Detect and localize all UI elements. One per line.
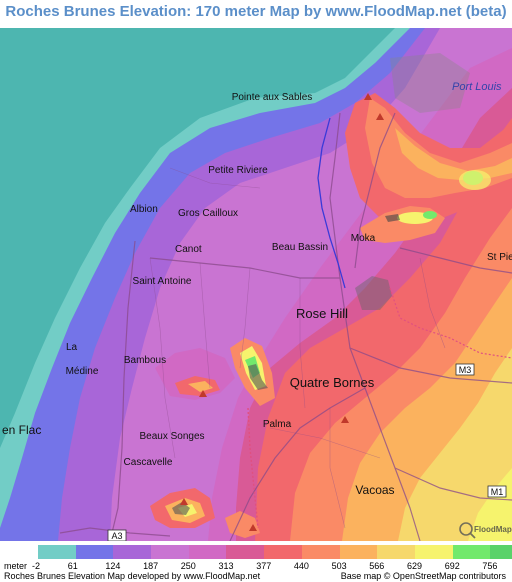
legend-value: 313 [218, 561, 234, 571]
footer: Roches Brunes Elevation Map developed by… [0, 571, 512, 582]
legend-value: 756 [482, 561, 498, 571]
legend-swatch [452, 545, 491, 559]
label-la: La [66, 342, 78, 353]
watermark-label: FloodMap [474, 525, 512, 534]
road-shield-a3: A3 [107, 529, 127, 541]
label-beau-bassin: Beau Bassin [272, 242, 328, 253]
label-canot: Canot [175, 244, 202, 255]
legend-swatch [188, 545, 227, 559]
page-title: Roches Brunes Elevation: 170 meter Map b… [0, 0, 512, 24]
label-rose-hill: Rose Hill [296, 306, 348, 321]
label-beaux-songes: Beaux Songes [139, 431, 204, 442]
legend-color-bar [38, 545, 512, 559]
legend-value: 250 [180, 561, 196, 571]
elevation-map[interactable]: M3 M1 A3 Pointe aux Sables Port Louis Pe… [0, 28, 512, 541]
moka-green-patch [423, 211, 437, 219]
label-saint-antoine: Saint Antoine [133, 276, 192, 287]
footer-attribution: Base map © OpenStreetMap contributors [340, 571, 506, 581]
legend-value: 61 [67, 561, 78, 571]
legend-value: 187 [143, 561, 159, 571]
legend-swatch [339, 545, 378, 559]
page: Roches Brunes Elevation: 170 meter Map b… [0, 0, 512, 582]
label-medine: Médine [66, 366, 99, 377]
label-port-louis: Port Louis [452, 81, 502, 93]
road-shield-m1: M1 [487, 485, 507, 498]
legend-swatch [226, 545, 265, 559]
legend-swatch [414, 545, 453, 559]
road-label-m3: M3 [459, 365, 472, 375]
legend-value: 566 [369, 561, 385, 571]
label-gros-cailloux: Gros Cailloux [178, 208, 238, 219]
legend-swatch [490, 545, 512, 559]
legend-swatch [301, 545, 340, 559]
label-cascavelle: Cascavelle [124, 457, 173, 468]
legend-value: 440 [293, 561, 309, 571]
legend-unit-label: meter [4, 561, 28, 571]
legend-swatch [151, 545, 189, 559]
legend-value: 377 [256, 561, 272, 571]
label-albion: Albion [130, 204, 158, 215]
label-pointe-aux-sables: Pointe aux Sables [232, 92, 313, 103]
legend-swatch [75, 545, 114, 559]
legend-swatch [377, 545, 415, 559]
legend-value: -2 [32, 561, 41, 571]
legend-value: 629 [407, 561, 423, 571]
road-label-a3: A3 [111, 531, 122, 541]
label-vacoas: Vacoas [355, 483, 394, 497]
label-quatre-bornes: Quatre Bornes [290, 375, 375, 390]
legend-swatch [38, 545, 76, 559]
label-palma: Palma [263, 419, 292, 430]
label-bambous: Bambous [124, 355, 166, 366]
legend-swatch [264, 545, 302, 559]
footer-credit: Roches Brunes Elevation Map developed by… [4, 571, 261, 581]
legend-labels: meter -2 61 124 187 250 313 377 440 503 566 629 692… [0, 561, 512, 571]
label-st-pie: St Pie [487, 252, 512, 263]
road-shield-m3: M3 [455, 363, 475, 376]
legend-value: 692 [444, 561, 460, 571]
legend-value: 503 [331, 561, 347, 571]
legend-swatch [113, 545, 152, 559]
legend-value: 124 [105, 561, 121, 571]
label-moka: Moka [351, 233, 376, 244]
label-petite-riviere: Petite Riviere [208, 165, 268, 176]
road-label-m1: M1 [491, 487, 504, 497]
label-en-flac: en Flac [2, 423, 41, 437]
northeast-yellow-patch [459, 170, 491, 190]
